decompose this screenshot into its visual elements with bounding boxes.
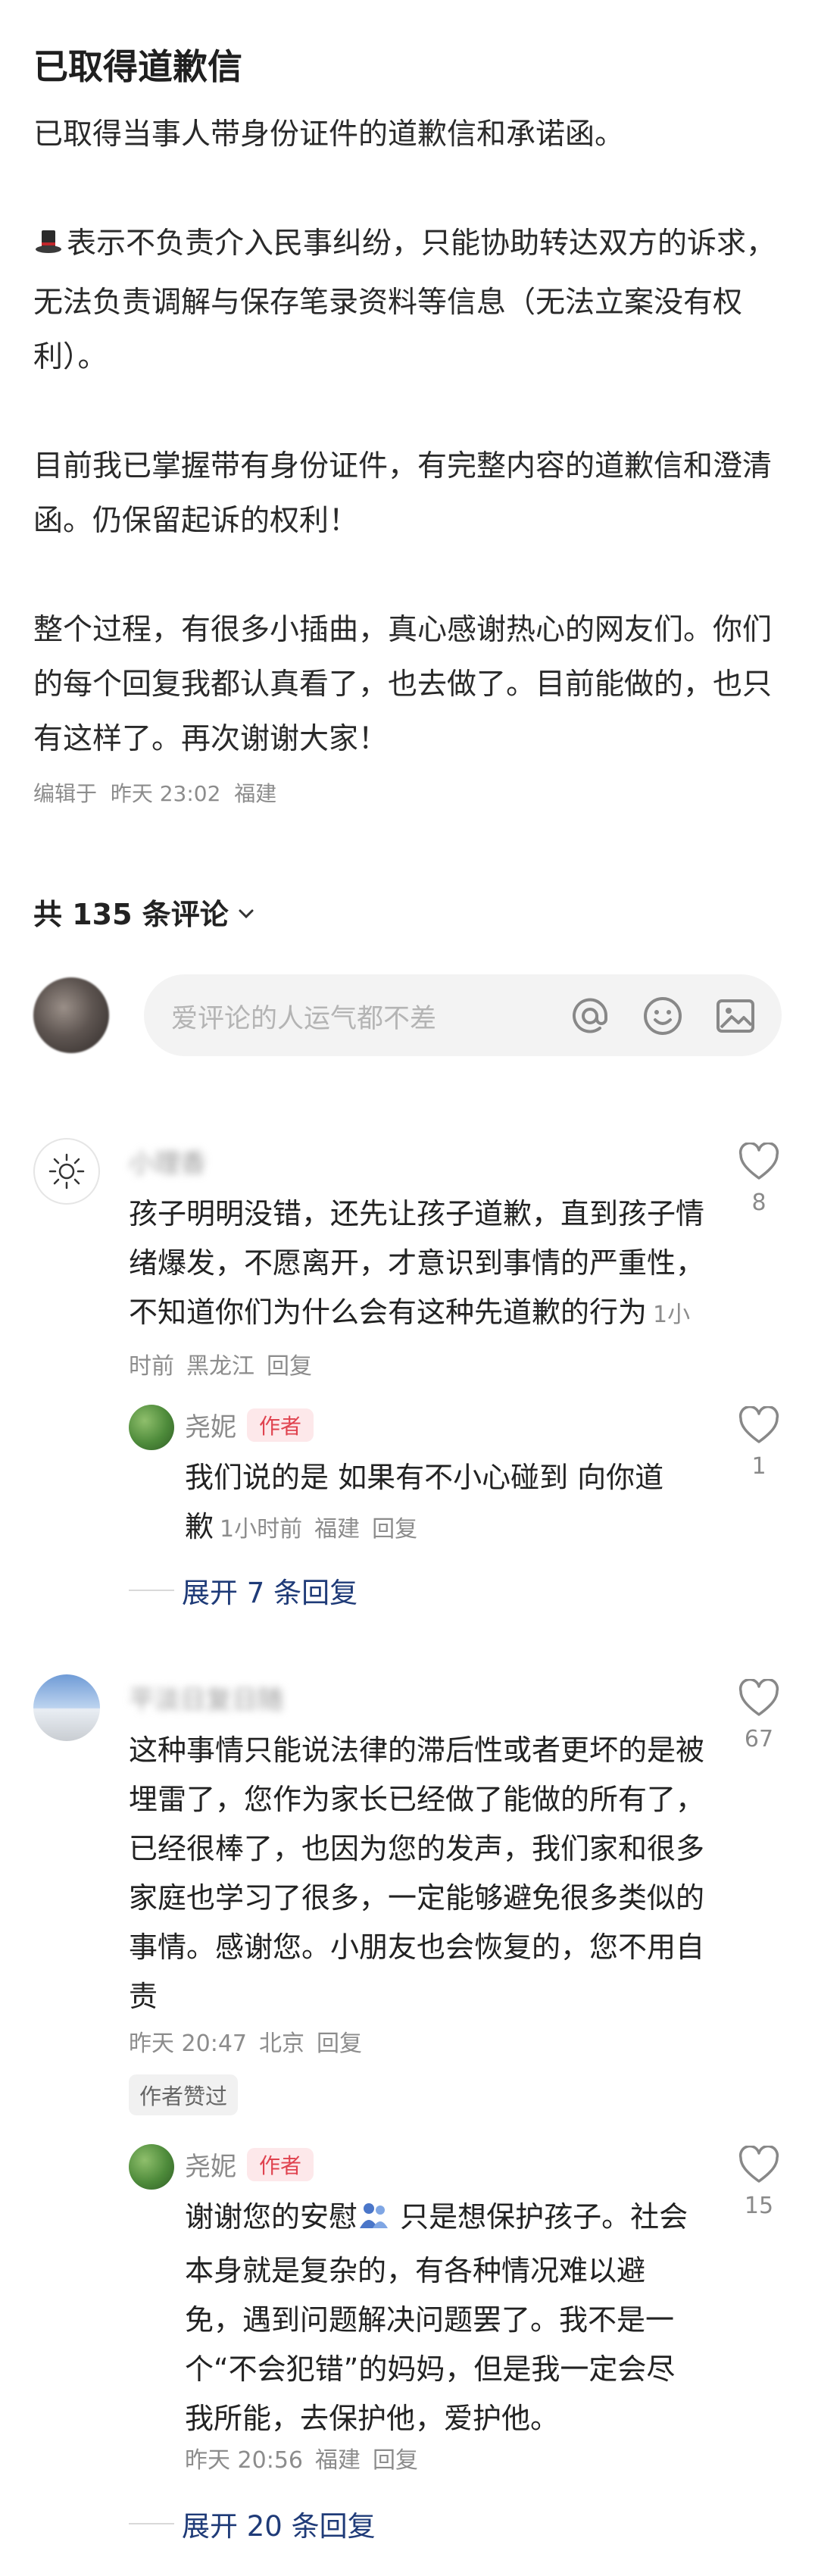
divider-line (129, 1590, 174, 1591)
post-body: 已取得当事人带身份证件的道歉信和承诺函。 表示不负责介入民事纠纷，只能协助转达双… (33, 108, 791, 821)
post-paragraph: 表示不负责介入民事纠纷，只能协助转达双方的诉求，无法负责调解与保存笔录资料等信息… (33, 217, 791, 385)
expand-replies-button[interactable]: 展开 7 条回复 (129, 1570, 357, 1611)
comment-text: 这种事情只能说法律的滞后性或者更坏的是被埋雷了，您作为家长已经做了能做的所有了，… (129, 1733, 705, 2013)
top-hat-emoji-icon (33, 221, 64, 276)
reply-link[interactable]: 回复 (372, 1516, 417, 1543)
expand-replies-label: 展开 20 条回复 (182, 2510, 376, 2543)
expand-replies-label: 展开 7 条回复 (182, 1577, 358, 1609)
author-badge: 作者 (247, 2148, 314, 2181)
commenter-name[interactable]: 小理香 (129, 1143, 206, 1180)
reply-location: 福建 (314, 1516, 361, 1543)
heart-icon (738, 1677, 779, 1716)
like-button[interactable]: 67 (729, 1677, 789, 1752)
author-badge: 作者 (247, 1408, 314, 1442)
comment-body: 孩子明明没错，还先让孩子道歉，直到孩子情绪爆发，不愿离开，才意识到事情的严重性，… (129, 1190, 704, 1391)
commenter-avatar[interactable] (33, 1138, 100, 1205)
expand-replies-button[interactable]: 展开 20 条回复 (129, 2503, 376, 2544)
emoji-icon[interactable] (641, 994, 685, 1038)
like-count: 1 (751, 1453, 766, 1480)
reply-meta: 昨天 20:56 福建 回复 (185, 2441, 430, 2474)
heart-icon (738, 1141, 779, 1180)
sun-icon (48, 1153, 85, 1190)
comment-location: 北京 (259, 2030, 304, 2057)
reply-body: 我们说的是 如果有不小心碰到 向你道歉 1小时前 福建 回复 (185, 1453, 685, 1554)
post-paragraph: 整个过程，有很多小插曲，真心感谢热心的网友们。你们的每个回复我都认真看了，也去做… (33, 613, 773, 756)
like-count: 67 (744, 1726, 774, 1752)
comment-body: 这种事情只能说法律的滞后性或者更坏的是被埋雷了，您作为家长已经做了能做的所有了，… (129, 1726, 704, 2021)
post-paragraph-text: 表示不负责介入民事纠纷，只能协助转达双方的诉求，无法负责调解与保存笔录资料等信息… (33, 227, 776, 374)
reply-author: 尧妮 作者 (185, 1406, 314, 1443)
chevron-down-icon (239, 909, 254, 918)
comment-input[interactable]: 爱评论的人运气都不差 (144, 974, 782, 1056)
reply-link[interactable]: 回复 (267, 1353, 312, 1380)
reply-author-name[interactable]: 尧妮 (185, 1412, 236, 1443)
like-count: 15 (744, 2193, 774, 2219)
input-tools (568, 994, 757, 1038)
like-button[interactable]: 8 (729, 1141, 789, 1216)
comment-input-placeholder: 爱评论的人运气都不差 (171, 1004, 437, 1034)
reply-meta: 1小时前 福建 回复 (220, 1516, 429, 1543)
comment-time: 昨天 20:47 (129, 2030, 247, 2057)
reply-time: 昨天 20:56 (185, 2447, 303, 2474)
my-avatar[interactable] (33, 977, 109, 1053)
post-paragraph: 目前我已掌握带有身份证件，有完整内容的道歉信和澄清函。仍保留起诉的权利！ (33, 449, 773, 538)
heart-icon (738, 2144, 779, 2183)
author-liked-badge: 作者赞过 (129, 2074, 239, 2115)
heart-icon (738, 1405, 779, 1443)
hug-emoji-icon (357, 2197, 391, 2246)
like-count: 8 (751, 1190, 766, 1216)
post-edit-meta: 编辑于 昨天 23:02 福建 (33, 777, 276, 808)
post-paragraph: 已取得当事人带身份证件的道歉信和承诺函。 (33, 117, 625, 152)
reply-author: 尧妮 作者 (185, 2146, 314, 2183)
reply-text-part1: 谢谢您的安慰 (185, 2200, 358, 2234)
reply-time: 1小时前 (220, 1516, 303, 1543)
reply-text-part2: 只是想保护孩子。社会本身就是复杂的，有各种情况难以避免，遇到问题解决问题罢了。我… (185, 2200, 688, 2435)
reply-author-name[interactable]: 尧妮 (185, 2152, 236, 2182)
post-page: 已取得道歉信 已取得当事人带身份证件的道歉信和承诺函。 表示不负责介入民事纠纷，… (0, 0, 818, 2576)
comment-count-toggle[interactable]: 共 135 条评论 (33, 891, 256, 933)
edited-time: 昨天 23:02 (110, 781, 221, 806)
comment-count: 共 135 条评论 (33, 898, 229, 931)
reply-body: 谢谢您的安慰 只是想保护孩子。社会本身就是复杂的，有各种情况难以避免，遇到问题解… (185, 2193, 692, 2443)
like-button[interactable]: 1 (729, 1405, 789, 1480)
image-icon[interactable] (713, 994, 757, 1038)
reply-link[interactable]: 回复 (317, 2030, 362, 2057)
author-avatar[interactable] (129, 2144, 174, 2190)
divider-line (129, 2523, 174, 2524)
edited-location: 福建 (234, 781, 277, 806)
commenter-avatar[interactable] (33, 1674, 100, 1741)
at-mention-icon[interactable] (568, 994, 612, 1038)
comment-text: 孩子明明没错，还先让孩子道歉，直到孩子情绪爆发，不愿离开，才意识到事情的严重性，… (129, 1197, 705, 1329)
edited-label: 编辑于 (33, 781, 98, 806)
commenter-name[interactable]: 平淡日复日随 (129, 1679, 283, 1716)
author-avatar[interactable] (129, 1405, 174, 1450)
reply-link[interactable]: 回复 (373, 2447, 418, 2474)
comment-meta: 昨天 20:47 北京 回复 (129, 2024, 374, 2058)
like-button[interactable]: 15 (729, 2144, 789, 2219)
reply-location: 福建 (315, 2447, 361, 2474)
comment-location: 黑龙江 (186, 1353, 254, 1380)
post-title: 已取得道歉信 (33, 46, 242, 87)
